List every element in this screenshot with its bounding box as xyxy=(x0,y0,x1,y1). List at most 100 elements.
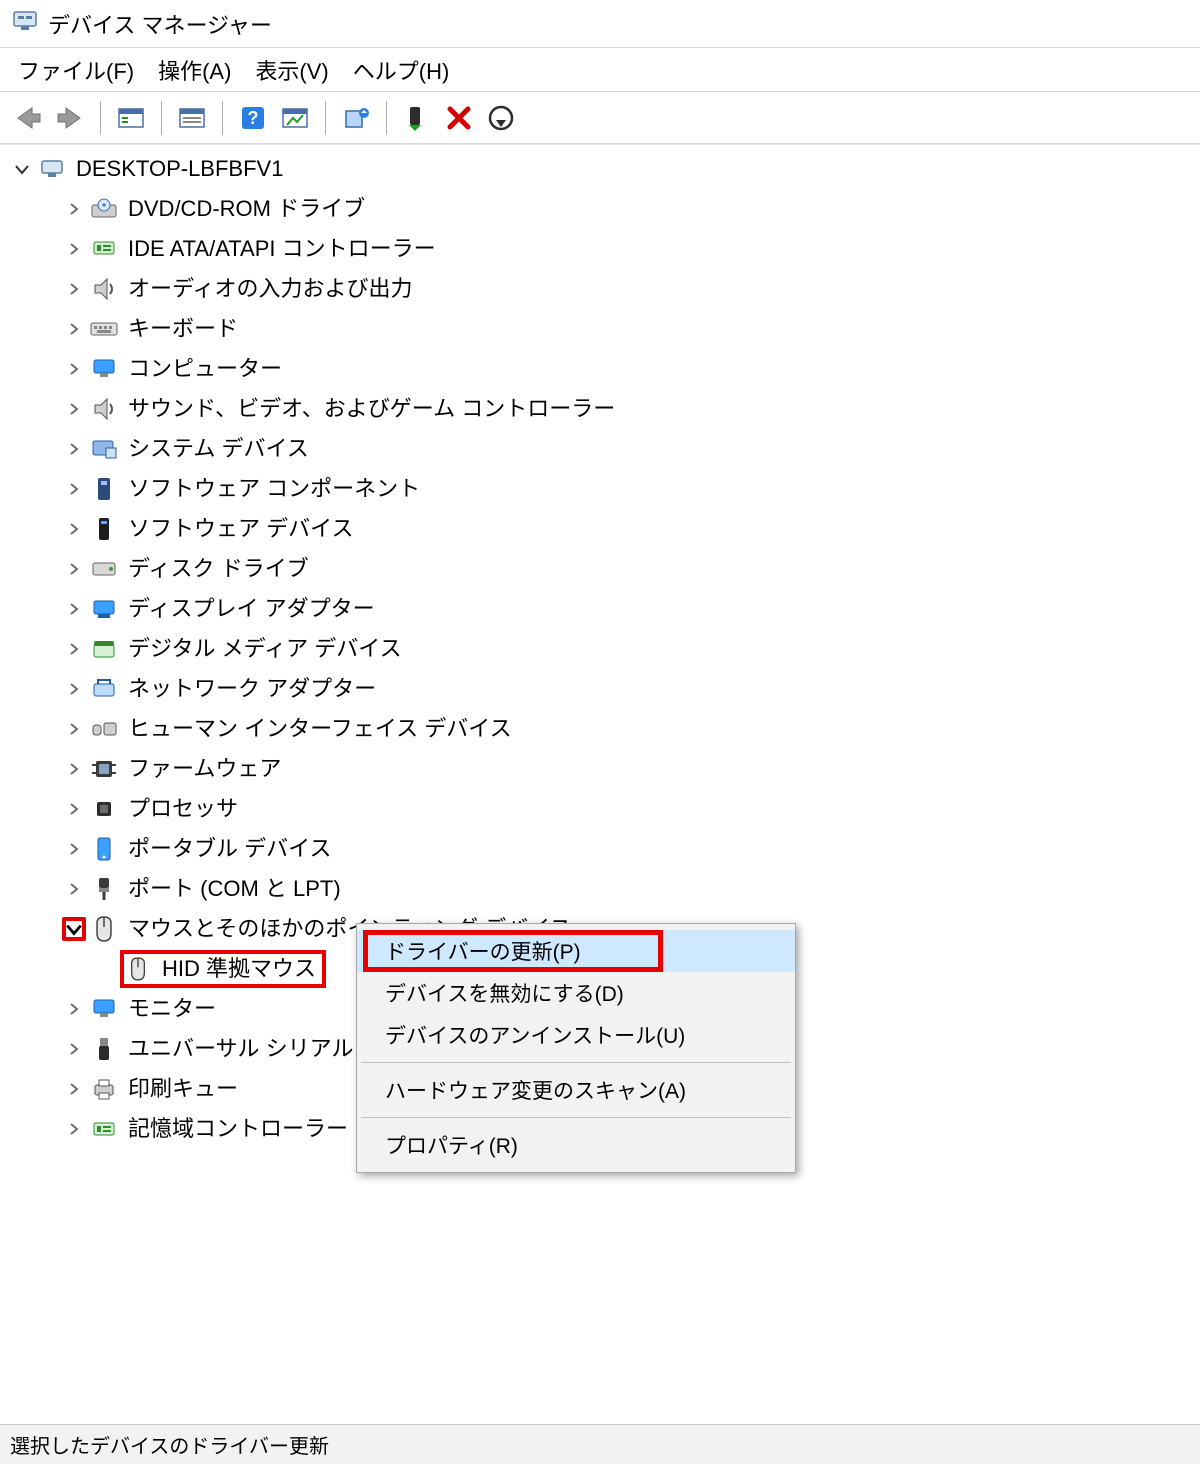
tree-category[interactable]: ソフトウェア コンポーネント xyxy=(0,469,1200,509)
menu-view[interactable]: 表示(V) xyxy=(255,54,328,86)
tree-category[interactable]: ファームウェア xyxy=(0,749,1200,789)
tree-category[interactable]: サウンド、ビデオ、およびゲーム コントローラー xyxy=(0,389,1200,429)
toolbar-separator xyxy=(161,101,162,135)
chevron-right-icon[interactable] xyxy=(62,637,86,661)
tree-category[interactable]: コンピューター xyxy=(0,349,1200,389)
chevron-right-icon[interactable] xyxy=(62,357,86,381)
chevron-right-icon[interactable] xyxy=(62,1077,86,1101)
ctx-properties[interactable]: プロパティ(R) xyxy=(357,1124,795,1166)
chevron-right-icon[interactable] xyxy=(62,677,86,701)
tree-category-label: ヒューマン インターフェイス デバイス xyxy=(128,709,512,749)
uninstall-device-button[interactable] xyxy=(441,100,477,136)
tree-category-label: モニター xyxy=(128,989,216,1029)
forward-button[interactable] xyxy=(52,100,88,136)
menu-action[interactable]: 操作(A) xyxy=(158,54,231,86)
chevron-right-icon[interactable] xyxy=(62,877,86,901)
ctx-item-label: デバイスのアンインストール(U) xyxy=(385,1020,685,1050)
enable-device-button[interactable] xyxy=(399,100,435,136)
toolbar-separator xyxy=(386,101,387,135)
ctx-disable-device[interactable]: デバイスを無効にする(D) xyxy=(357,972,795,1014)
chevron-right-icon[interactable] xyxy=(62,437,86,461)
ctx-item-label: デバイスを無効にする(D) xyxy=(385,978,624,1008)
title-bar: デバイス マネージャー xyxy=(0,0,1200,48)
update-driver-button[interactable] xyxy=(338,100,374,136)
chevron-right-icon[interactable] xyxy=(62,1037,86,1061)
chevron-right-icon[interactable] xyxy=(62,317,86,341)
tree-category[interactable]: デジタル メディア デバイス xyxy=(0,629,1200,669)
tree-category[interactable]: ディスプレイ アダプター xyxy=(0,589,1200,629)
ctx-uninstall-device[interactable]: デバイスのアンインストール(U) xyxy=(357,1014,795,1056)
tree-category-label: サウンド、ビデオ、およびゲーム コントローラー xyxy=(128,389,615,429)
tree-category[interactable]: DVD/CD-ROM ドライブ xyxy=(0,189,1200,229)
menu-separator xyxy=(361,1062,791,1063)
chevron-right-icon[interactable] xyxy=(62,197,86,221)
printer-icon xyxy=(90,1075,118,1103)
tree-category-label: ソフトウェア デバイス xyxy=(128,509,353,549)
network-adapter-icon xyxy=(90,675,118,703)
properties-button[interactable] xyxy=(174,100,210,136)
tree-category-label: ポート (COM と LPT) xyxy=(128,869,341,909)
tree-category[interactable]: ソフトウェア デバイス xyxy=(0,509,1200,549)
tree-category[interactable]: ポータブル デバイス xyxy=(0,829,1200,869)
firmware-icon xyxy=(90,755,118,783)
chevron-down-icon[interactable] xyxy=(10,157,34,181)
toolbar-separator xyxy=(325,101,326,135)
ctx-update-driver[interactable]: ドライバーの更新(P) xyxy=(357,930,795,972)
mouse-icon xyxy=(124,955,152,983)
device-tree-panel[interactable]: DESKTOP-LBFBFV1 DVD/CD-ROM ドライブIDE ATA/A… xyxy=(0,144,1200,1464)
tree-category[interactable]: システム デバイス xyxy=(0,429,1200,469)
speaker-icon xyxy=(90,395,118,423)
menu-help[interactable]: ヘルプ(H) xyxy=(353,54,450,86)
storage-controller-icon xyxy=(90,1115,118,1143)
tree-category[interactable]: ポート (COM と LPT) xyxy=(0,869,1200,909)
tree-category-label: デジタル メディア デバイス xyxy=(128,629,402,669)
disable-device-button[interactable] xyxy=(483,100,519,136)
tree-category[interactable]: IDE ATA/ATAPI コントローラー xyxy=(0,229,1200,269)
tree-category[interactable]: オーディオの入力および出力 xyxy=(0,269,1200,309)
chevron-right-icon[interactable] xyxy=(62,1117,86,1141)
tree-category[interactable]: ヒューマン インターフェイス デバイス xyxy=(0,709,1200,749)
usb-icon xyxy=(90,1035,118,1063)
chevron-right-icon[interactable] xyxy=(62,277,86,301)
chevron-right-icon[interactable] xyxy=(62,557,86,581)
show-hidden-button[interactable] xyxy=(113,100,149,136)
chevron-right-icon[interactable] xyxy=(62,757,86,781)
tree-category-label: DVD/CD-ROM ドライブ xyxy=(128,189,365,229)
display-adapter-icon xyxy=(90,595,118,623)
menu-file[interactable]: ファイル(F) xyxy=(18,54,134,86)
back-button[interactable] xyxy=(10,100,46,136)
tree-category[interactable]: プロセッサ xyxy=(0,789,1200,829)
tree-category[interactable]: ディスク ドライブ xyxy=(0,549,1200,589)
chevron-right-icon[interactable] xyxy=(62,597,86,621)
chevron-right-icon[interactable] xyxy=(62,237,86,261)
tree-category-label: ポータブル デバイス xyxy=(128,829,331,869)
tree-category[interactable]: キーボード xyxy=(0,309,1200,349)
tree-root[interactable]: DESKTOP-LBFBFV1 xyxy=(0,149,1200,189)
software-device-icon xyxy=(90,515,118,543)
tree-category-label: ソフトウェア コンポーネント xyxy=(128,469,420,509)
chevron-down-icon[interactable] xyxy=(62,917,86,941)
tree-category-label: 記憶域コントローラー xyxy=(128,1109,348,1149)
chevron-right-icon[interactable] xyxy=(62,797,86,821)
help-button[interactable]: ? xyxy=(235,100,271,136)
ctx-scan-hardware[interactable]: ハードウェア変更のスキャン(A) xyxy=(357,1069,795,1111)
chevron-right-icon[interactable] xyxy=(62,997,86,1021)
chevron-right-icon[interactable] xyxy=(62,477,86,501)
software-component-icon xyxy=(90,475,118,503)
chevron-right-icon[interactable] xyxy=(62,837,86,861)
menu-separator xyxy=(361,1117,791,1118)
window-title: デバイス マネージャー xyxy=(48,8,272,40)
status-text: 選択したデバイスのドライバー更新 xyxy=(10,1430,329,1459)
media-device-icon xyxy=(90,635,118,663)
tree-category-label: ディスク ドライブ xyxy=(128,549,309,589)
keyboard-icon xyxy=(90,315,118,343)
chevron-right-icon[interactable] xyxy=(62,517,86,541)
tree-category-label: コンピューター xyxy=(128,349,282,389)
chevron-right-icon[interactable] xyxy=(62,397,86,421)
tree-root-label: DESKTOP-LBFBFV1 xyxy=(76,149,283,189)
chevron-right-icon[interactable] xyxy=(62,717,86,741)
tree-category-label: キーボード xyxy=(128,309,238,349)
scan-hardware-button[interactable] xyxy=(277,100,313,136)
computer-icon xyxy=(38,155,66,183)
tree-category[interactable]: ネットワーク アダプター xyxy=(0,669,1200,709)
